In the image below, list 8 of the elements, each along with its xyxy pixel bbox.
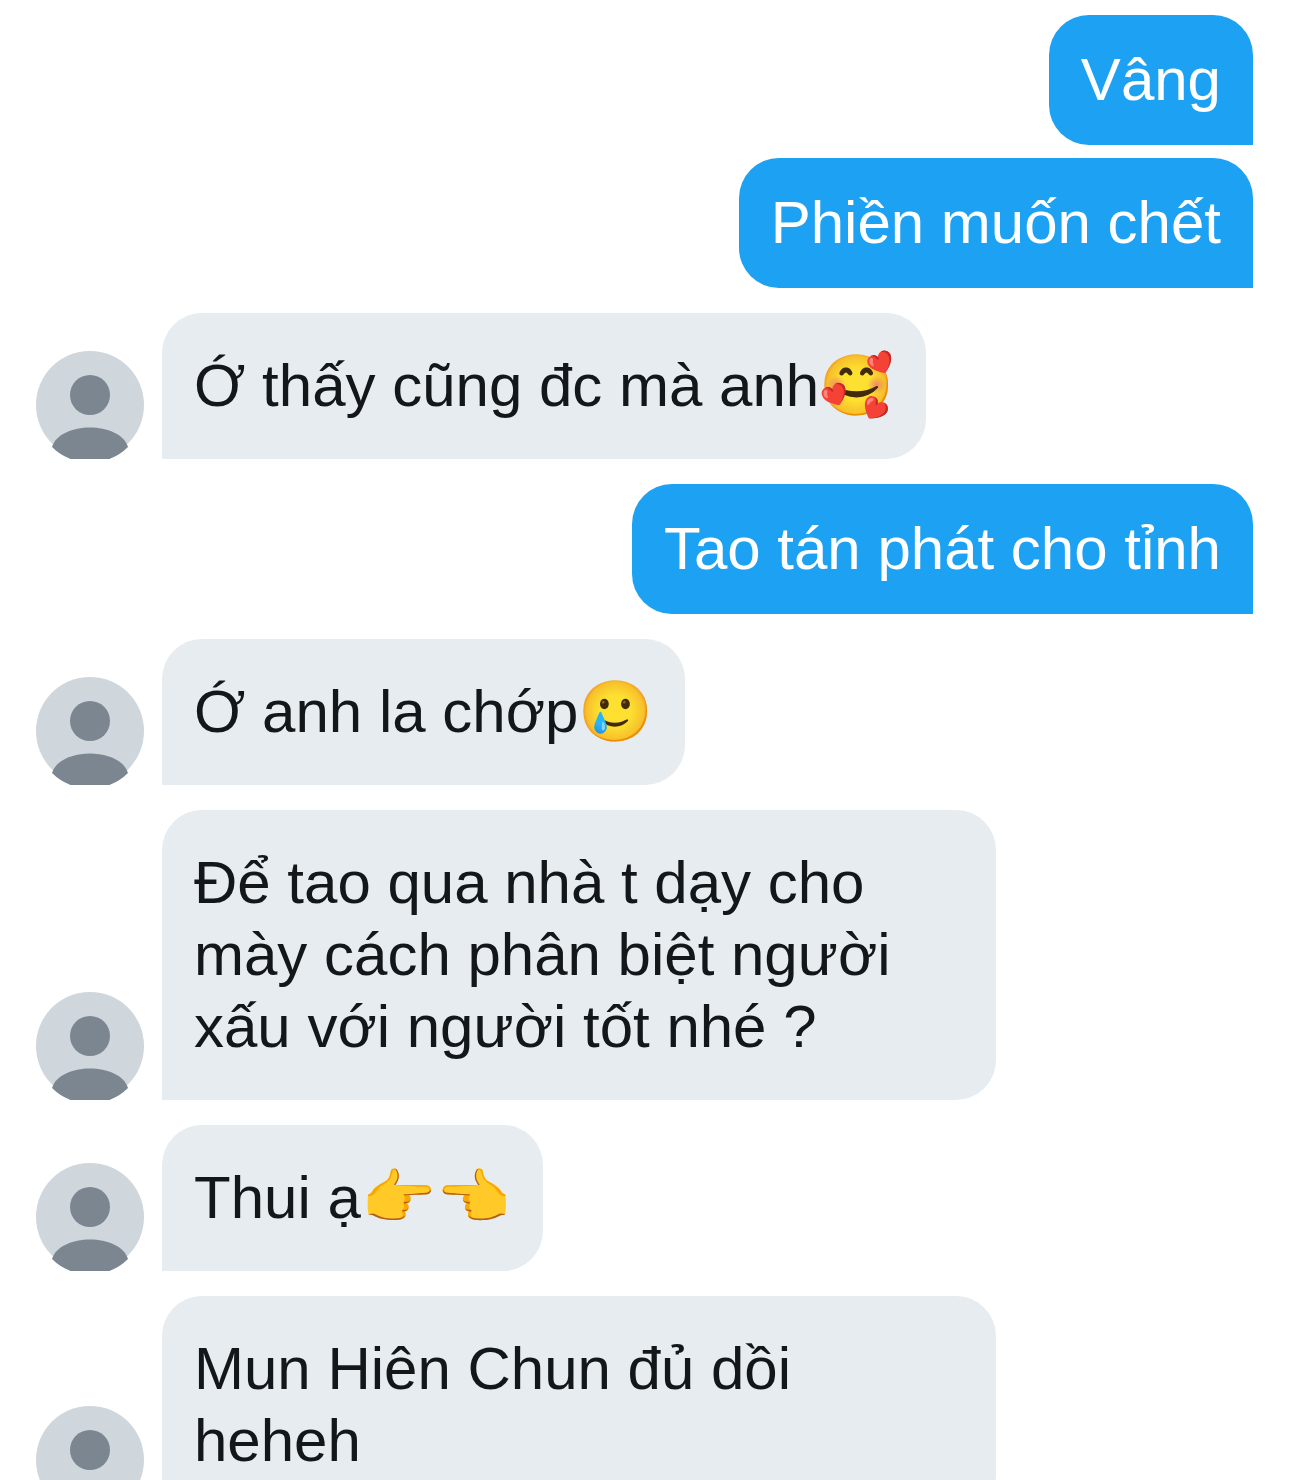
message-bubble: Ớ anh la chớp🥲 [162,639,686,785]
message-bubble: Vâng [1048,15,1253,145]
message-bubble: Ớ thấy cũng đc mà anh🥰 [162,313,927,459]
message-bubble: Mun Hiên Chun đủ dồi heheh [162,1296,996,1480]
message-bubble: Tao tán phát cho tỉnh [631,484,1253,614]
message-bubble: Để tao qua nhà t dạy cho mày cách phân biệt người xấu với người tốt nhé ? [162,810,996,1100]
message-bubble: Thui ạ👉👈 [162,1125,543,1271]
message-bubble: Phiền muốn chết [738,158,1253,288]
